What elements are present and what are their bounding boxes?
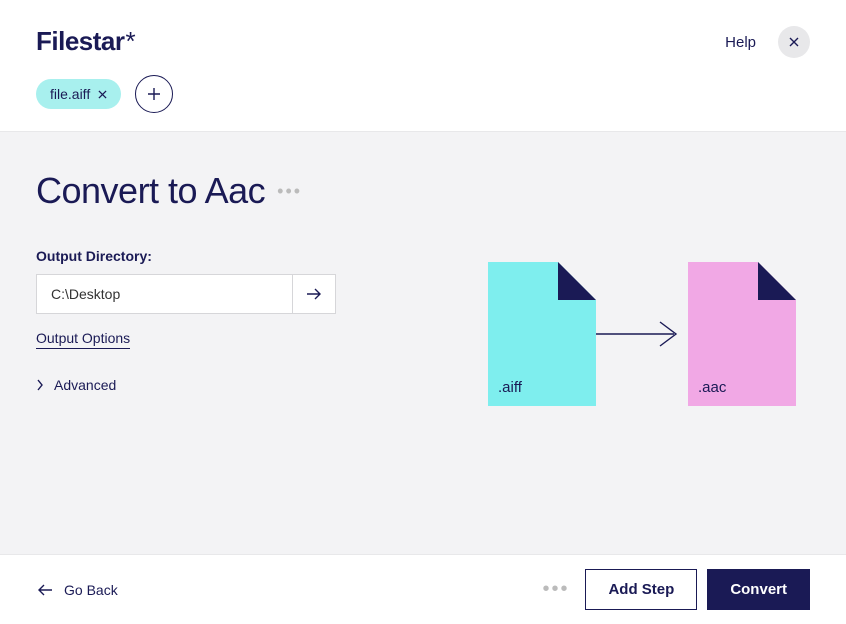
- add-step-button[interactable]: Add Step: [585, 569, 697, 610]
- output-dir-label: Output Directory:: [36, 248, 336, 264]
- close-icon[interactable]: [98, 90, 107, 99]
- source-ext-label: .aiff: [498, 379, 522, 396]
- arrow-right-icon: [305, 287, 323, 301]
- file-chip[interactable]: file.aiff: [36, 79, 121, 109]
- footer: Go Back ••• Add Step Convert: [0, 554, 846, 624]
- header-right: Help: [725, 26, 810, 58]
- add-file-button[interactable]: [135, 75, 173, 113]
- advanced-toggle[interactable]: Advanced: [36, 377, 336, 393]
- header-left: Filestar* file.aiff: [36, 26, 173, 113]
- footer-right: ••• Add Step Convert: [542, 569, 810, 610]
- output-options-link[interactable]: Output Options: [36, 330, 130, 349]
- go-back-label: Go Back: [64, 582, 118, 598]
- help-link[interactable]: Help: [725, 34, 756, 51]
- settings-column: Output Directory: Output Options Advance…: [36, 248, 336, 406]
- target-ext-label: .aac: [698, 379, 726, 396]
- chevron-right-icon: [36, 379, 44, 391]
- more-icon[interactable]: •••: [277, 181, 302, 202]
- source-file-icon: .aiff: [488, 262, 596, 406]
- page-title: Convert to Aac: [36, 170, 265, 212]
- logo-star: *: [126, 26, 136, 56]
- conversion-illustration: .aiff .aac: [488, 262, 796, 406]
- arrow-left-icon: [36, 583, 54, 597]
- browse-button[interactable]: [292, 274, 336, 314]
- advanced-label: Advanced: [54, 377, 116, 393]
- header: Filestar* file.aiff Help: [0, 0, 846, 132]
- plus-icon: [147, 87, 161, 101]
- close-button[interactable]: [778, 26, 810, 58]
- title-row: Convert to Aac •••: [36, 170, 810, 212]
- file-chip-label: file.aiff: [50, 86, 90, 102]
- output-dir-input[interactable]: [36, 274, 292, 314]
- logo: Filestar*: [36, 26, 173, 57]
- file-row: file.aiff: [36, 75, 173, 113]
- content-row: Output Directory: Output Options Advance…: [36, 248, 810, 406]
- logo-text: Filestar: [36, 26, 125, 56]
- close-icon: [789, 37, 799, 47]
- convert-button[interactable]: Convert: [707, 569, 810, 610]
- target-file-icon: .aac: [688, 262, 796, 406]
- arrow-right-icon: [588, 319, 684, 349]
- main-content: Convert to Aac ••• Output Directory: Out…: [0, 132, 846, 554]
- output-dir-group: [36, 274, 336, 314]
- more-icon[interactable]: •••: [542, 578, 569, 601]
- go-back-button[interactable]: Go Back: [36, 582, 118, 598]
